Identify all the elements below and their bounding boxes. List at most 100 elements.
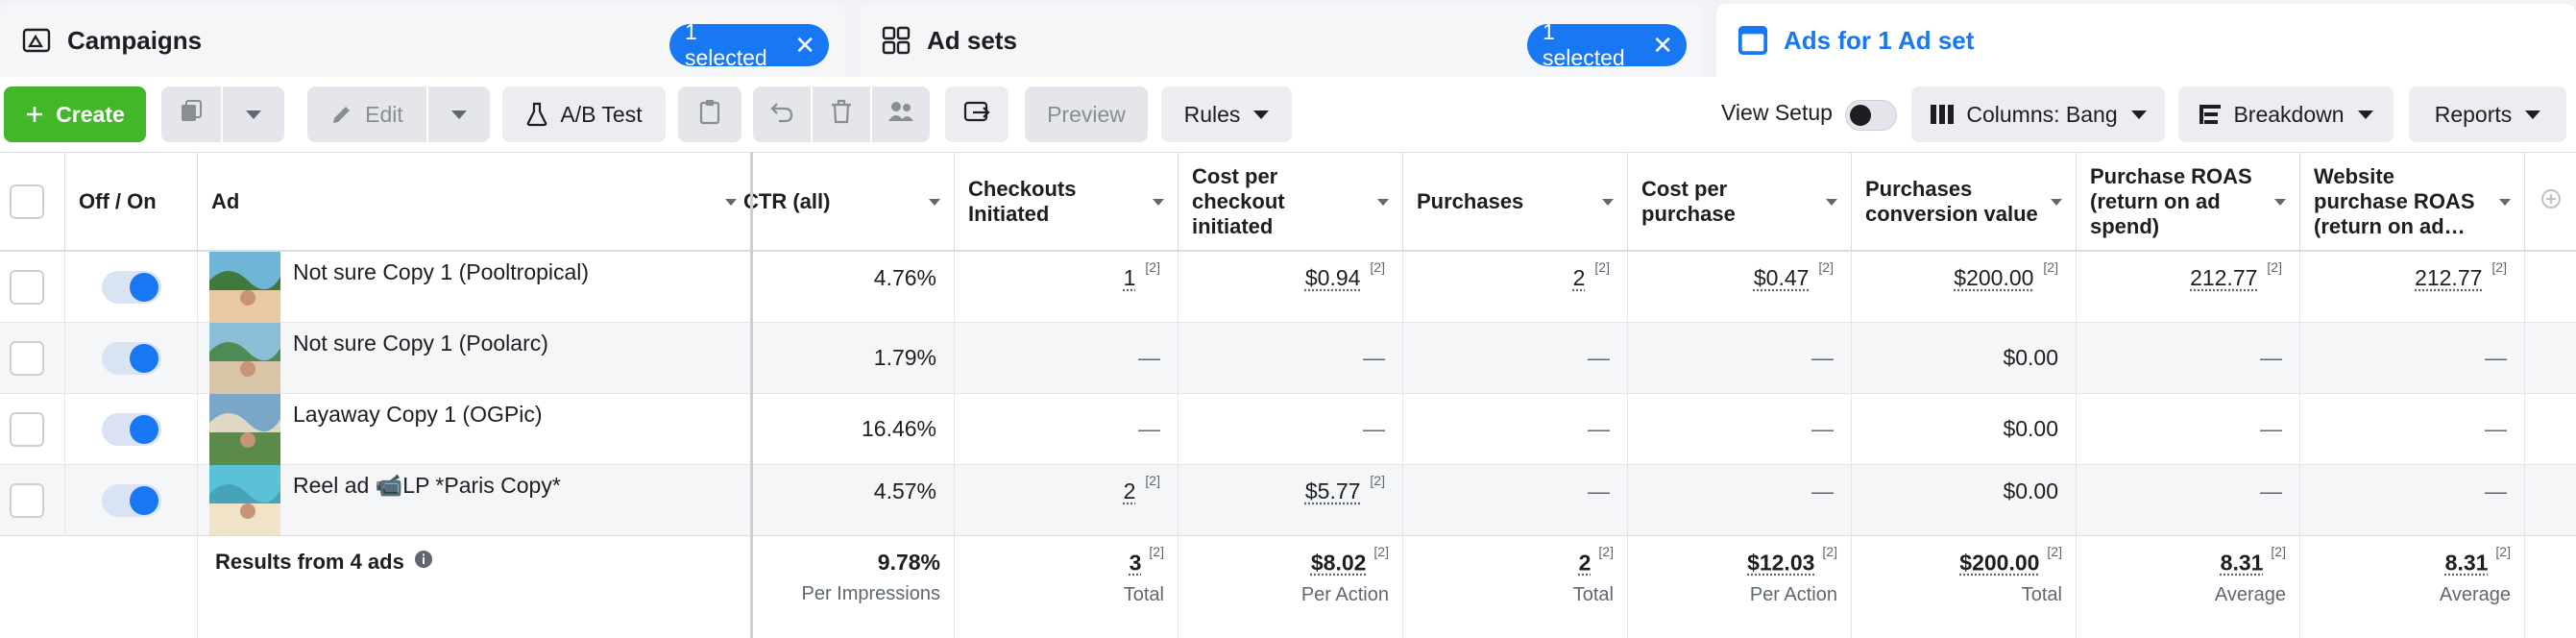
total-cost-purchase: $12.03 [2] Per Action xyxy=(1628,536,1852,638)
header-purchases[interactable]: Purchases xyxy=(1403,153,1628,252)
edit-button[interactable]: Edit xyxy=(307,86,426,142)
row-toggle-cell xyxy=(65,465,198,535)
clear-selection-icon[interactable]: ✕ xyxy=(1652,33,1673,58)
row-checkbox[interactable] xyxy=(10,341,44,376)
header-roas-line1: Purchase ROAS xyxy=(2090,163,2252,188)
ad-name[interactable]: Not sure Copy 1 (Pooltropical) xyxy=(293,259,589,285)
chevron-down-icon xyxy=(1253,110,1270,119)
cell-ctr: 4.57% xyxy=(751,465,955,535)
breakdown-label: Breakdown xyxy=(2233,101,2345,127)
row-checkbox[interactable] xyxy=(10,412,44,447)
sort-icon[interactable] xyxy=(2051,199,2062,206)
cell-purchases: — xyxy=(1403,394,1628,464)
select-all-checkbox[interactable] xyxy=(10,184,44,219)
header-ad-label: Ad xyxy=(211,188,240,213)
clipboard-button[interactable] xyxy=(678,86,741,142)
edit-dropdown[interactable] xyxy=(428,86,490,142)
cell-cost-checkout: $5.77 [2] xyxy=(1179,465,1403,535)
row-select-cell xyxy=(0,323,65,393)
columns-button[interactable]: Columns: Bang xyxy=(1911,86,2165,142)
header-ctr-label: CTR (all) xyxy=(743,188,831,213)
ad-status-toggle[interactable] xyxy=(102,271,161,304)
header-cost-per-checkout[interactable]: Cost per checkout initiated xyxy=(1179,153,1403,252)
create-button[interactable]: Create xyxy=(4,86,146,142)
row-checkbox[interactable] xyxy=(10,483,44,518)
cell-value: $5.77 xyxy=(1304,478,1361,503)
sort-icon[interactable] xyxy=(929,199,940,206)
ad-thumbnail[interactable] xyxy=(209,323,280,394)
footnote-marker: [2] xyxy=(1145,259,1160,275)
header-roas[interactable]: Purchase ROAS (return on ad spend) xyxy=(2077,153,2300,252)
sort-icon[interactable] xyxy=(1153,199,1164,206)
ad-name[interactable]: Not sure Copy 1 (Poolarc) xyxy=(293,331,548,356)
export-button[interactable] xyxy=(945,86,1009,142)
cell-roas: — xyxy=(2077,394,2300,464)
rules-button[interactable]: Rules xyxy=(1161,86,1292,142)
header-checkouts[interactable]: Checkouts Initiated xyxy=(955,153,1179,252)
cell-cost-purchase: — xyxy=(1628,394,1852,464)
campaigns-selected-pill[interactable]: 1 selected ✕ xyxy=(669,19,829,70)
ad-name-cell[interactable]: Reel ad 📹LP *Paris Copy* xyxy=(198,465,751,536)
header-conversion-value[interactable]: Purchases conversion value xyxy=(1852,153,2077,252)
sort-icon[interactable] xyxy=(1826,199,1837,206)
ab-test-label: A/B Test xyxy=(560,101,643,127)
ad-thumbnail[interactable] xyxy=(209,252,280,323)
ad-thumbnail[interactable] xyxy=(209,465,280,536)
header-ctr[interactable]: CTR (all) xyxy=(743,153,955,252)
level-tabs: Campaigns 1 selected ✕ Ad sets 1 selecte… xyxy=(0,0,2576,77)
ad-name-cell[interactable]: Not sure Copy 1 (Pooltropical) xyxy=(198,252,751,323)
grid-icon xyxy=(881,25,911,56)
footnote-marker: [2] xyxy=(1370,259,1385,275)
ad-name[interactable]: Layaway Copy 1 (OGPic) xyxy=(293,402,542,428)
row-checkbox[interactable] xyxy=(10,270,44,305)
duplicate-button[interactable] xyxy=(161,86,221,142)
adsets-selected-pill[interactable]: 1 selected ✕ xyxy=(1527,19,1687,70)
frozen-column-divider[interactable] xyxy=(750,153,753,638)
ad-status-toggle[interactable] xyxy=(102,413,161,446)
add-column-button[interactable] xyxy=(2525,153,2576,252)
ad-status-toggle[interactable] xyxy=(102,484,161,517)
clear-selection-icon[interactable]: ✕ xyxy=(794,33,815,58)
tab-adsets-label: Ad sets xyxy=(927,25,1017,55)
sort-icon[interactable] xyxy=(2274,199,2286,206)
delete-button[interactable] xyxy=(813,86,870,142)
create-label: Create xyxy=(56,101,125,127)
sort-icon[interactable] xyxy=(1377,199,1389,206)
reports-button[interactable]: Reports xyxy=(2409,86,2566,142)
tab-adsets[interactable]: Ad sets 1 selected ✕ xyxy=(860,4,1702,77)
header-select-all[interactable] xyxy=(0,153,65,252)
table-row[interactable]: Not sure Copy 1 (Poolarc) 1.79% — — — — $0.00 —… xyxy=(0,323,2576,394)
undo-button[interactable] xyxy=(753,86,811,142)
sort-icon[interactable] xyxy=(2499,199,2511,206)
cell-value: $0.94 xyxy=(1304,265,1361,290)
view-setup-toggle[interactable] xyxy=(1845,100,1897,135)
header-checkouts-line2: Initiated xyxy=(968,201,1050,226)
header-ad[interactable]: Ad xyxy=(198,153,751,252)
ad-thumbnail[interactable] xyxy=(209,394,280,465)
header-website-roas[interactable]: Website purchase ROAS (return on ad… xyxy=(2300,153,2525,252)
ad-name[interactable]: Reel ad 📹LP *Paris Copy* xyxy=(293,473,561,499)
sort-icon[interactable] xyxy=(725,199,737,206)
cell-value: 4.57% xyxy=(873,478,936,503)
ab-test-button[interactable]: A/B Test xyxy=(502,86,666,142)
table-row[interactable]: Layaway Copy 1 (OGPic) 16.46% — — — — $0.00 — — xyxy=(0,394,2576,465)
duplicate-dropdown[interactable] xyxy=(223,86,284,142)
sort-icon[interactable] xyxy=(1602,199,1614,206)
total-roas-sub: Average xyxy=(2214,583,2286,605)
audience-button[interactable] xyxy=(872,86,930,142)
breakdown-button[interactable]: Breakdown xyxy=(2178,86,2394,142)
tab-campaigns[interactable]: Campaigns 1 selected ✕ xyxy=(0,4,845,77)
header-cost-per-purchase[interactable]: Cost per purchase xyxy=(1628,153,1852,252)
cell-value: — xyxy=(2485,345,2507,370)
tab-ads[interactable]: Ads for 1 Ad set xyxy=(1716,4,2576,77)
ad-status-toggle[interactable] xyxy=(102,342,161,375)
preview-button[interactable]: Preview xyxy=(1025,86,1148,142)
table-row[interactable]: Reel ad 📹LP *Paris Copy* 4.57% 2 [2] $5.77 [2… xyxy=(0,465,2576,536)
ad-name-cell[interactable]: Not sure Copy 1 (Poolarc) xyxy=(198,323,751,394)
cell-value: 212.77 xyxy=(2415,265,2483,290)
cell-value: $0.00 xyxy=(2003,416,2058,441)
table-row[interactable]: Not sure Copy 1 (Pooltropical) 4.76% 1 [2] $… xyxy=(0,252,2576,323)
total-purchases-sub: Total xyxy=(1572,583,1614,605)
ad-name-cell[interactable]: Layaway Copy 1 (OGPic) xyxy=(198,394,751,465)
header-purchases-label: Purchases xyxy=(1417,188,1524,213)
